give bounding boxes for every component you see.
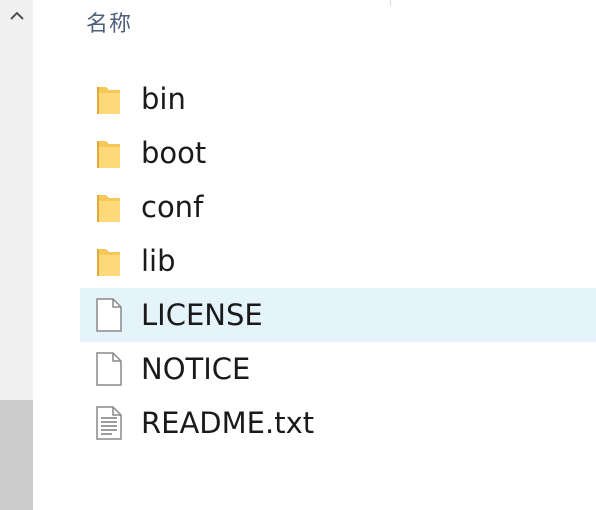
list-item-selected[interactable]: LICENSE (80, 288, 596, 342)
file-list: bin boot conf lib LICENSE NOTICE README.… (80, 72, 596, 450)
chevron-up-icon (9, 11, 24, 20)
list-item[interactable]: bin (80, 72, 596, 126)
file-name: bin (141, 82, 186, 116)
folder-icon (97, 249, 120, 276)
text-file-icon (96, 406, 122, 440)
list-item[interactable]: boot (80, 126, 596, 180)
list-item[interactable]: conf (80, 180, 596, 234)
file-name: lib (141, 244, 176, 278)
vertical-scrollbar[interactable] (0, 0, 33, 510)
folder-icon (97, 87, 120, 114)
list-item[interactable]: NOTICE (80, 342, 596, 396)
file-name: LICENSE (141, 298, 263, 332)
list-item[interactable]: README.txt (80, 396, 596, 450)
blank-file-icon (96, 352, 122, 386)
list-item[interactable]: lib (80, 234, 596, 288)
folder-icon (97, 195, 120, 222)
folder-icon (97, 141, 120, 168)
name-column-header[interactable]: 名称 (86, 6, 132, 38)
scrollbar-thumb[interactable] (0, 400, 33, 510)
column-divider[interactable] (390, 0, 401, 6)
scroll-up-button[interactable] (0, 0, 33, 32)
file-name: boot (141, 136, 207, 170)
file-name: NOTICE (141, 352, 251, 386)
file-name: README.txt (141, 406, 315, 440)
blank-file-icon (96, 298, 122, 332)
file-explorer-view: 名称 bin boot conf lib LICENSE NOTICE READ… (0, 0, 596, 510)
file-name: conf (141, 190, 204, 224)
